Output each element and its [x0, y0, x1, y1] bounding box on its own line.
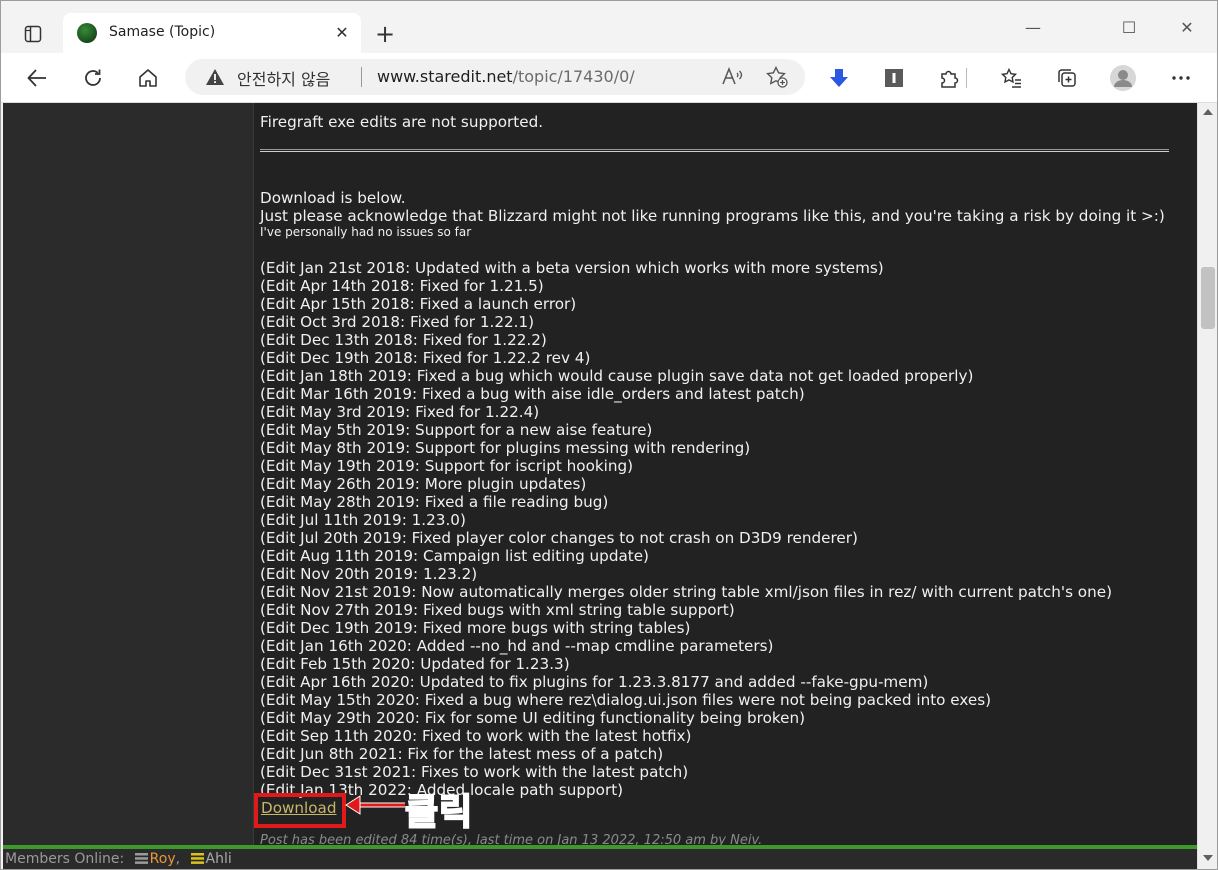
- edit-history-item: (Edit Jul 11th 2019: 1.23.0): [260, 511, 466, 529]
- favorites-star-list-icon: [1001, 67, 1021, 88]
- browser-toolbar: 안전하지 않음 www.staredit.net/topic/17430/0/: [1, 53, 1217, 103]
- puzzle-icon: [941, 70, 959, 88]
- add-favorite-icon[interactable]: [765, 65, 789, 89]
- edit-history-item: (Edit Mar 16th 2019: Fixed a bug with ai…: [260, 385, 805, 403]
- close-window-button[interactable]: ✕: [1173, 17, 1201, 39]
- scrollbar-thumb[interactable]: [1201, 267, 1215, 329]
- edit-history-item: (Edit May 26th 2019: More plugin updates…: [260, 475, 587, 493]
- edit-history-item: (Edit May 28th 2019: Fixed a file readin…: [260, 493, 609, 511]
- edit-history-item: (Edit Nov 21st 2019: Now automatically m…: [260, 583, 1112, 601]
- annotation-arrow-icon: [345, 795, 405, 815]
- edit-history-item: (Edit Jul 20th 2019: Fixed player color …: [260, 529, 858, 547]
- back-arrow-icon: [27, 69, 46, 87]
- scroll-up-arrow-icon[interactable]: [1203, 109, 1213, 115]
- reader-extension-button[interactable]: [878, 63, 910, 93]
- home-icon: [139, 69, 157, 87]
- more-dots-icon: [1172, 76, 1190, 80]
- warning-icon: [206, 69, 224, 85]
- edit-history-item: (Edit Aug 11th 2019: Campaign list editi…: [260, 547, 649, 565]
- new-tab-button[interactable]: +: [371, 21, 399, 49]
- extensions-button[interactable]: [933, 63, 965, 93]
- edit-history-list: (Edit Jan 21st 2018: Updated with a beta…: [260, 259, 1190, 799]
- url-path: /topic/17430/0/: [512, 67, 635, 86]
- members-online-bar: Members Online: Roy, Ahli: [3, 845, 1197, 869]
- avatar-icon: [1110, 65, 1136, 91]
- refresh-icon: [85, 69, 101, 86]
- post-unsupported-text: Firegraft exe edits are not supported.: [260, 113, 544, 131]
- url-text[interactable]: www.staredit.net/topic/17430/0/: [377, 67, 635, 86]
- edit-history-item: (Edit Jan 21st 2018: Updated with a beta…: [260, 259, 884, 277]
- edit-history-item: (Edit May 19th 2019: Support for iscript…: [260, 457, 634, 475]
- download-intro-text: Download is below.: [260, 189, 406, 207]
- edit-history-item: (Edit May 5th 2019: Support for a new ai…: [260, 421, 653, 439]
- member-ahli-icon: [190, 853, 204, 864]
- member-ahli-link[interactable]: Ahli: [206, 851, 232, 867]
- edit-history-item: (Edit Sep 11th 2020: Fixed to work with …: [260, 727, 692, 745]
- edit-history-item: (Edit Nov 20th 2019: 1.23.2): [260, 565, 478, 583]
- post-divider: [260, 149, 1169, 152]
- edit-history-item: (Edit Apr 16th 2020: Updated to fix plug…: [260, 673, 929, 691]
- read-aloud-icon[interactable]: [721, 66, 745, 88]
- address-bar[interactable]: 안전하지 않음 www.staredit.net/topic/17430/0/: [185, 59, 805, 95]
- favorites-button[interactable]: [996, 63, 1028, 93]
- edit-history-item: (Edit May 8th 2019: Support for plugins …: [260, 439, 751, 457]
- edit-history-item: (Edit Nov 27th 2019: Fixed bugs with xml…: [260, 601, 735, 619]
- url-host: www.staredit.net: [377, 67, 513, 86]
- edit-history-item: (Edit Dec 31st 2021: Fixes to work with …: [260, 763, 689, 781]
- member-roy-link[interactable]: Roy: [150, 851, 176, 867]
- no-issues-text: I've personally had no issues so far: [260, 225, 472, 239]
- maximize-button[interactable]: ☐: [1115, 17, 1143, 39]
- edit-history-item: (Edit Feb 15th 2020: Updated for 1.23.3): [260, 655, 570, 673]
- tab-strip: Samase (Topic) ✕ + — ☐ ✕: [1, 1, 1217, 53]
- post-download-notice: Download is below. Just please acknowled…: [260, 189, 1190, 239]
- post-author-sidebar: [3, 103, 253, 869]
- more-menu-button[interactable]: [1165, 63, 1197, 93]
- tab-actions-button[interactable]: [15, 19, 51, 49]
- member-separator: ,: [175, 851, 181, 867]
- edit-history-item: (Edit Dec 13th 2018: Fixed for 1.22.2): [260, 331, 547, 349]
- edit-history-item: (Edit Jun 8th 2021: Fix for the latest m…: [260, 745, 664, 763]
- page-viewport: Firegraft exe edits are not supported. D…: [3, 103, 1197, 869]
- member-roy-icon: [134, 853, 148, 864]
- address-separator: [361, 67, 362, 87]
- click-annotation-label: 클릭: [404, 791, 474, 834]
- edit-history-item: (Edit May 29th 2020: Fix for some UI edi…: [260, 709, 806, 727]
- tab-title: Samase (Topic): [109, 24, 216, 40]
- browser-window: Samase (Topic) ✕ + — ☐ ✕ 안전하지 않음 www.sta…: [0, 0, 1218, 870]
- edit-history-item: (Edit Dec 19th 2019: Fixed more bugs wit…: [260, 619, 691, 637]
- tab-samase[interactable]: Samase (Topic) ✕: [63, 13, 361, 53]
- acknowledge-text: Just please acknowledge that Blizzard mi…: [260, 207, 1165, 225]
- back-button[interactable]: [21, 63, 53, 93]
- reader-extension-icon: [885, 69, 903, 87]
- download-link[interactable]: Download: [261, 799, 337, 817]
- tab-close-icon[interactable]: ✕: [333, 24, 351, 42]
- tab-actions-icon: [24, 25, 42, 43]
- toolbar-separator: [963, 63, 969, 93]
- forum-post-body: Firegraft exe edits are not supported. D…: [253, 103, 1197, 869]
- members-online-label: Members Online:: [5, 851, 125, 867]
- edit-history-item: (Edit Jan 18th 2019: Fixed a bug which w…: [260, 367, 974, 385]
- home-button[interactable]: [132, 63, 164, 93]
- security-status[interactable]: 안전하지 않음: [237, 66, 330, 90]
- profile-button[interactable]: [1107, 63, 1139, 93]
- page-scrollbar[interactable]: [1197, 103, 1217, 869]
- download-extension-button[interactable]: [823, 63, 855, 93]
- download-arrow-icon: [830, 69, 848, 87]
- edit-history-item: (Edit May 3rd 2019: Fixed for 1.22.4): [260, 403, 540, 421]
- members-online-content: Members Online: Roy, Ahli: [5, 851, 232, 867]
- minimize-button[interactable]: —: [1019, 17, 1047, 39]
- edit-history-item: (Edit Dec 19th 2018: Fixed for 1.22.2 re…: [260, 349, 591, 367]
- collections-icon: [1058, 69, 1076, 87]
- scroll-down-arrow-icon[interactable]: [1203, 855, 1213, 861]
- edit-history-item: (Edit Apr 14th 2018: Fixed for 1.21.5): [260, 277, 544, 295]
- refresh-button[interactable]: [77, 63, 109, 93]
- edit-history-item: (Edit Apr 15th 2018: Fixed a launch erro…: [260, 295, 577, 313]
- site-favicon-icon: [77, 23, 97, 43]
- edit-history-item: (Edit May 15th 2020: Fixed a bug where r…: [260, 691, 992, 709]
- edit-history-item: (Edit Oct 3rd 2018: Fixed for 1.22.1): [260, 313, 535, 331]
- edit-history-item: (Edit Jan 16th 2020: Added --no_hd and -…: [260, 637, 774, 655]
- collections-button[interactable]: [1051, 63, 1083, 93]
